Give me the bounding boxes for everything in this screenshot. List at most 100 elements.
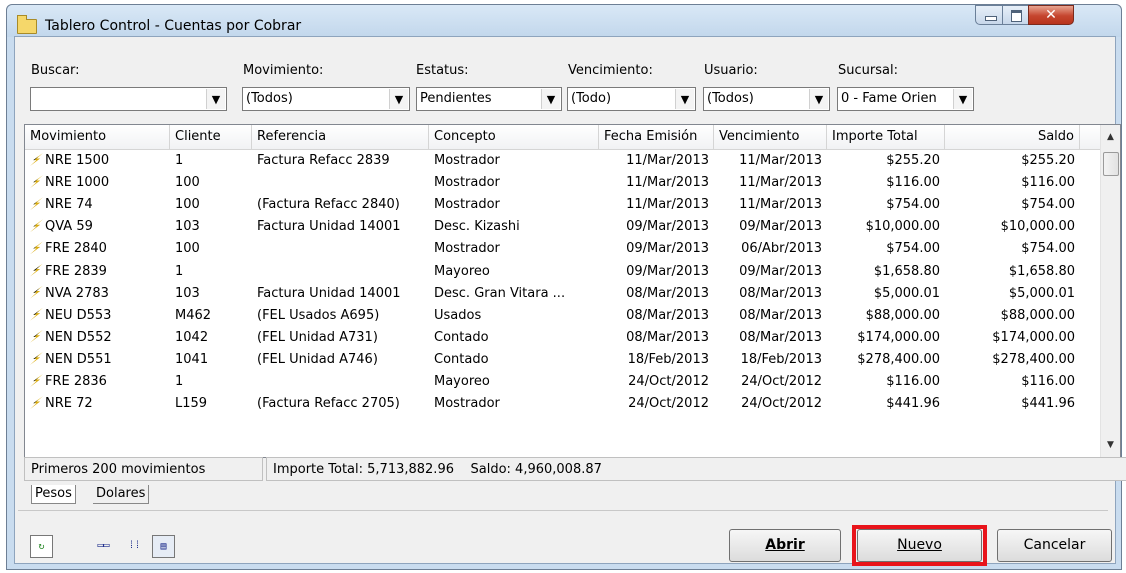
table-row[interactable]: NEN D551 1041 (FEL Unidad A746) Contado 18/F… xyxy=(25,349,1100,371)
cell-importe-total: $441.96 xyxy=(827,393,945,415)
cell-vencimiento: 09/Mar/2013 xyxy=(714,261,827,283)
lightning-icon xyxy=(30,396,43,410)
cell-saldo: $5,000.01 xyxy=(945,283,1080,305)
movimiento-combo[interactable]: (Todos) ▼ xyxy=(242,87,410,111)
small-icons-view-icon[interactable]: ▭▭ xyxy=(92,535,115,558)
minimize-button[interactable] xyxy=(975,5,1003,25)
table-row[interactable]: NEU D553 M462 (FEL Usados A695) Usados 08/Ma… xyxy=(25,305,1100,327)
sucursal-combo[interactable]: 0 - Fame Orien ▼ xyxy=(837,87,974,111)
table-row[interactable]: NRE 1500 1 Factura Refacc 2839 Mostrador 11/… xyxy=(25,150,1100,172)
cell-importe-total-text: $441.96 xyxy=(886,396,940,412)
scroll-thumb[interactable] xyxy=(1103,152,1119,176)
table-row[interactable]: QVA 59 103 Factura Unidad 14001 Desc. Kizas… xyxy=(25,216,1100,238)
column-header-referencia[interactable]: Referencia xyxy=(252,125,429,149)
cell-cliente: M462 xyxy=(170,305,252,327)
cell-movimiento-text: NRE 72 xyxy=(45,396,93,412)
table-row[interactable]: NRE 1000 100 Mostrador 11/Mar/2013 11/Mar/20… xyxy=(25,172,1100,194)
cell-referencia: Factura Unidad 14001 xyxy=(252,283,429,305)
cell-referencia: (Factura Refacc 2840) xyxy=(252,194,429,216)
estatus-combo[interactable]: Pendientes ▼ xyxy=(416,87,562,111)
table-row[interactable]: NEN D552 1042 (FEL Unidad A731) Contado 08/M… xyxy=(25,327,1100,349)
cell-cliente-text: 100 xyxy=(175,175,200,191)
lightning-icon xyxy=(30,351,43,365)
cell-vencimiento: 24/Oct/2012 xyxy=(714,371,827,393)
cell-concepto-text: Mostrador xyxy=(434,241,500,257)
cell-fecha-emision-text: 18/Feb/2013 xyxy=(627,351,709,367)
tab-pesos[interactable]: Pesos xyxy=(31,485,76,504)
table-row[interactable]: FRE 2839 1 Mayoreo 09/Mar/2013 09/Mar/2013 $1… xyxy=(25,261,1100,283)
cell-vencimiento: 24/Oct/2012 xyxy=(714,393,827,415)
cell-cliente-text: L159 xyxy=(175,396,208,412)
estatus-label: Estatus: xyxy=(416,63,469,78)
cell-importe-total-text: $5,000.01 xyxy=(873,285,940,301)
cell-importe-total: $116.00 xyxy=(827,172,945,194)
scroll-up-icon[interactable]: ▲ xyxy=(1101,125,1120,149)
cell-importe-total-text: $88,000.00 xyxy=(865,307,940,323)
refresh-icon[interactable]: ↻ xyxy=(30,535,53,558)
table-header: Movimiento Cliente Referencia Concepto F… xyxy=(25,125,1100,150)
cell-vencimiento-text: 11/Mar/2013 xyxy=(739,153,822,168)
cell-movimiento-text: NEU D553 xyxy=(45,307,112,323)
cell-cliente: 103 xyxy=(170,283,252,305)
chevron-down-icon[interactable]: ▼ xyxy=(541,89,560,109)
status-totals: Importe Total: 5,713,882.96 Saldo: 4,960… xyxy=(266,457,1126,481)
close-button[interactable]: ✕ xyxy=(1028,5,1074,25)
column-header-fecha-emision[interactable]: Fecha Emisión xyxy=(599,125,714,149)
chevron-down-icon[interactable]: ▼ xyxy=(809,89,828,109)
list-view-icon[interactable]: ⁞⁞ xyxy=(123,535,146,558)
cell-concepto-text: Mayoreo xyxy=(434,263,490,279)
movements-table[interactable]: Movimiento Cliente Referencia Concepto F… xyxy=(24,124,1121,458)
column-header-movimiento[interactable]: Movimiento xyxy=(25,125,170,149)
cell-referencia: Factura Unidad 14001 xyxy=(252,216,429,238)
usuario-label: Usuario: xyxy=(704,63,758,78)
cell-movimiento: NEN D552 xyxy=(25,327,170,349)
cell-cliente-text: 1042 xyxy=(175,329,209,345)
scroll-down-icon[interactable]: ▼ xyxy=(1101,433,1120,457)
column-header-saldo[interactable]: Saldo xyxy=(945,125,1080,149)
chevron-down-icon[interactable]: ▼ xyxy=(389,89,408,109)
cell-referencia-text: (FEL Usados A695) xyxy=(257,307,380,323)
column-header-cliente[interactable]: Cliente xyxy=(170,125,252,149)
cell-referencia: (Factura Refacc 2705) xyxy=(252,393,429,415)
title-bar[interactable]: Tablero Control - Cuentas por Cobrar ✕ xyxy=(7,5,1121,37)
cell-referencia: (FEL Usados A695) xyxy=(252,305,429,327)
vertical-scrollbar[interactable]: ▲ ▼ xyxy=(1100,125,1120,457)
details-view-icon[interactable]: ▤ xyxy=(152,535,175,558)
cell-cliente-text: 103 xyxy=(175,285,200,301)
cell-referencia: (FEL Unidad A731) xyxy=(252,327,429,349)
buscar-combo[interactable]: ▼ xyxy=(30,87,227,111)
cell-cliente: 100 xyxy=(170,194,252,216)
estatus-value: Pendientes xyxy=(420,91,492,106)
cell-fecha-emision: 11/Mar/2013 xyxy=(599,194,714,216)
maximize-button[interactable] xyxy=(1002,5,1029,25)
cell-saldo-text: $255.20 xyxy=(1021,153,1075,168)
table-row[interactable]: FRE 2840 100 Mostrador 09/Mar/2013 06/Abr/20… xyxy=(25,238,1100,260)
chevron-down-icon[interactable]: ▼ xyxy=(206,89,225,109)
cell-movimiento: FRE 2836 xyxy=(25,371,170,393)
column-header-importe-total[interactable]: Importe Total xyxy=(827,125,945,149)
column-header-concepto[interactable]: Concepto xyxy=(429,125,599,149)
usuario-combo[interactable]: (Todos) ▼ xyxy=(703,87,830,111)
table-row[interactable]: NRE 74 100 (Factura Refacc 2840) Mostrador 1… xyxy=(25,194,1100,216)
cell-fecha-emision: 11/Mar/2013 xyxy=(599,172,714,194)
cell-referencia xyxy=(252,261,429,283)
tab-dolares[interactable]: Dolares xyxy=(93,485,150,504)
cancelar-button[interactable]: Cancelar xyxy=(997,529,1112,562)
window-title: Tablero Control - Cuentas por Cobrar xyxy=(45,18,302,34)
chevron-down-icon[interactable]: ▼ xyxy=(953,89,972,109)
lightning-icon xyxy=(30,219,43,233)
table-row[interactable]: NVA 2783 103 Factura Unidad 14001 Desc. Gra… xyxy=(25,283,1100,305)
chevron-down-icon[interactable]: ▼ xyxy=(675,89,694,109)
table-row[interactable]: FRE 2836 1 Mayoreo 24/Oct/2012 24/Oct/2012 $1… xyxy=(25,371,1100,393)
highlight-box xyxy=(852,525,987,566)
cell-vencimiento-text: 06/Abr/2013 xyxy=(741,241,822,257)
vencimiento-combo[interactable]: (Todo) ▼ xyxy=(567,87,696,111)
table-row[interactable]: NRE 72 L159 (Factura Refacc 2705) Mostrador… xyxy=(25,393,1100,415)
abrir-button[interactable]: Abrir xyxy=(729,529,841,562)
cell-fecha-emision-text: 09/Mar/2013 xyxy=(626,241,709,257)
column-header-vencimiento[interactable]: Vencimiento xyxy=(714,125,827,149)
cell-referencia-text: Factura Unidad 14001 xyxy=(257,219,401,235)
cell-cliente-text: 1041 xyxy=(175,351,209,367)
cell-concepto: Mostrador xyxy=(429,194,599,216)
cell-fecha-emision: 09/Mar/2013 xyxy=(599,216,714,238)
